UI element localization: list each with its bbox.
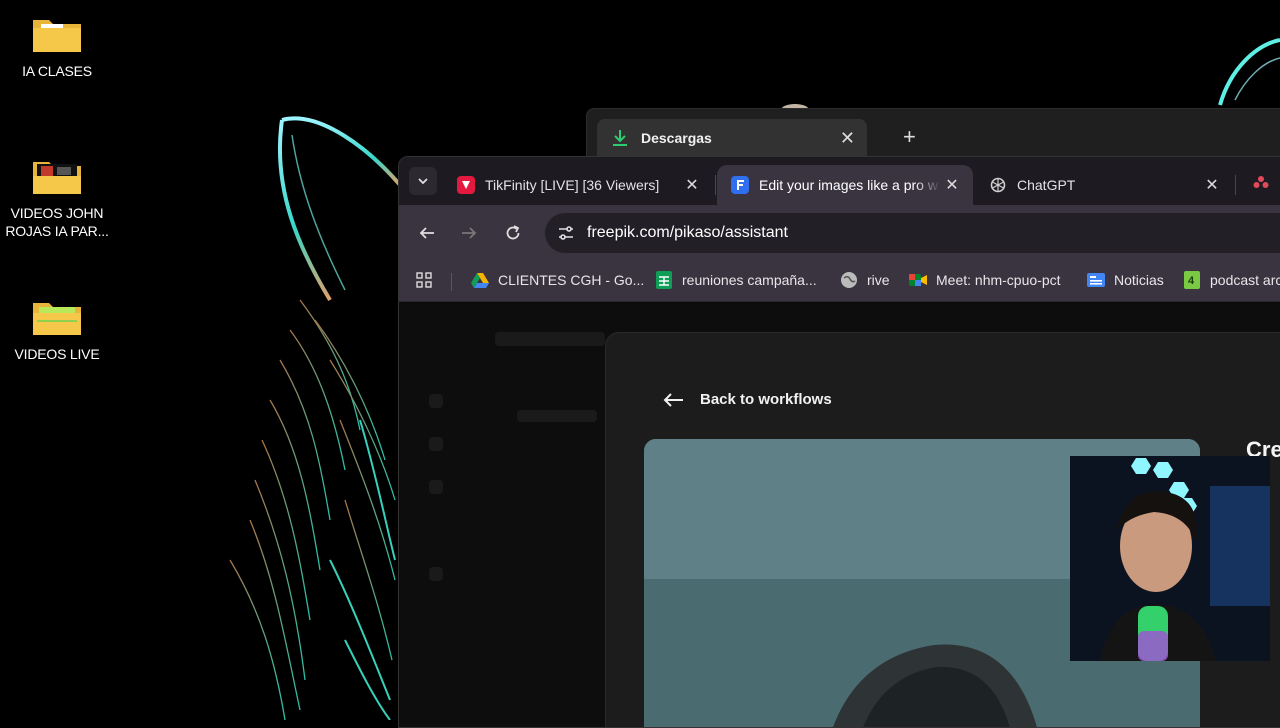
bookmark-clientes-cgh[interactable]: CLIENTES CGH - Go... <box>471 271 644 289</box>
bookmark-rive[interactable]: rive <box>840 271 890 289</box>
apps-grid-icon <box>415 271 433 289</box>
sheets-green-icon: 4 <box>1183 271 1201 289</box>
bookmark-separator <box>451 273 452 291</box>
bookmark-label: reuniones campaña... <box>682 272 817 288</box>
folder-icon <box>31 297 83 337</box>
close-icon[interactable]: ✕ <box>1201 175 1223 195</box>
tab-title: Edit your images like a pro w <box>759 177 938 193</box>
google-meet-icon <box>909 271 927 289</box>
tikfinity-icon <box>457 176 475 194</box>
sidebar-icon <box>429 437 443 451</box>
bookmark-label: Meet: nhm-cpuo-pct <box>936 272 1061 288</box>
reload-button[interactable] <box>501 221 525 245</box>
close-icon[interactable]: ✕ <box>681 175 703 195</box>
bookmark-label: rive <box>867 272 890 288</box>
folder-icon <box>31 156 83 196</box>
tab-title: TikFinity [LIVE] [36 Viewers] <box>485 177 660 193</box>
sidebar-icon <box>429 567 443 581</box>
desktop-icon-videos-john-rojas[interactable]: VIDEOS JOHN ROJAS IA PAR... <box>2 156 112 240</box>
sidebar-item-placeholder <box>517 410 597 422</box>
extension-icon[interactable] <box>1253 175 1269 194</box>
globe-icon <box>840 271 858 289</box>
bookmark-label: CLIENTES CGH - Go... <box>498 272 645 288</box>
tab-search-button[interactable] <box>409 167 437 195</box>
google-sheets-icon <box>655 271 673 289</box>
sidebar-icon <box>429 394 443 408</box>
back-link-label: Back to workflows <box>700 391 832 408</box>
arrow-right-icon <box>462 227 477 239</box>
bookmark-label: Noticias <box>1114 272 1164 288</box>
desktop-icon-label: VIDEOS JOHN ROJAS IA PAR... <box>5 205 109 239</box>
bookmark-label: podcast arc <box>1210 272 1280 288</box>
desktop-icon-ia-clases[interactable]: IA CLASES <box>2 14 112 80</box>
folder-icon <box>31 14 83 54</box>
new-tab-button[interactable]: + <box>903 126 916 148</box>
forward-button[interactable] <box>457 221 481 245</box>
url-text: freepik.com/pikaso/assistant <box>587 224 788 241</box>
tab-descargas[interactable]: Descargas ✕ <box>597 119 867 157</box>
desktop-icon-label: IA CLASES <box>22 63 92 79</box>
google-news-icon <box>1087 271 1105 289</box>
arrow-left-icon <box>663 392 683 407</box>
tab-freepik[interactable]: Edit your images like a pro w ✕ <box>717 165 973 205</box>
close-icon[interactable]: ✕ <box>840 128 855 149</box>
freepik-icon <box>731 176 749 194</box>
tab-chatgpt[interactable]: ChatGPT ✕ <box>975 165 1233 205</box>
arrow-left-icon <box>419 227 434 239</box>
sidebar-icon <box>429 480 443 494</box>
webcam-overlay <box>1070 456 1270 661</box>
google-drive-icon <box>471 271 489 289</box>
tab-tikfinity[interactable]: TikFinity [LIVE] [36 Viewers] ✕ <box>443 165 713 205</box>
back-button[interactable] <box>415 221 439 245</box>
bookmark-meet[interactable]: Meet: nhm-cpuo-pct <box>909 271 1061 289</box>
streamer-webcam-feed <box>1070 456 1270 661</box>
tab-title: Descargas <box>641 130 712 146</box>
close-icon[interactable]: ✕ <box>941 175 963 195</box>
tab-separator <box>1235 175 1236 195</box>
browser-toolbar: freepik.com/pikaso/assistant <box>399 205 1280 261</box>
apps-button[interactable] <box>415 271 442 289</box>
bookmark-reuniones[interactable]: reuniones campaña... <box>655 271 817 289</box>
bookmark-podcast[interactable]: 4 podcast arc <box>1183 271 1280 289</box>
reload-icon <box>506 225 520 240</box>
tab-separator <box>715 175 716 195</box>
tab-strip: TikFinity [LIVE] [36 Viewers] ✕ Edit you… <box>399 157 1280 205</box>
svg-text:4: 4 <box>1188 275 1195 287</box>
address-bar[interactable]: freepik.com/pikaso/assistant <box>545 213 1280 253</box>
chatgpt-icon <box>989 176 1007 194</box>
bookmark-noticias[interactable]: Noticias <box>1087 271 1164 289</box>
sidebar-logo-placeholder <box>495 332 605 346</box>
desktop-icon-videos-live[interactable]: VIDEOS LIVE <box>2 297 112 363</box>
chevron-down-icon <box>418 178 428 185</box>
download-icon <box>611 129 629 147</box>
tab-title: ChatGPT <box>1017 177 1076 193</box>
site-settings-icon[interactable] <box>557 224 575 242</box>
desktop-icon-label: VIDEOS LIVE <box>14 346 100 362</box>
bookmarks-bar: CLIENTES CGH - Go... reuniones campaña..… <box>399 261 1280 302</box>
back-to-workflows-link[interactable]: Back to workflows <box>662 391 832 408</box>
